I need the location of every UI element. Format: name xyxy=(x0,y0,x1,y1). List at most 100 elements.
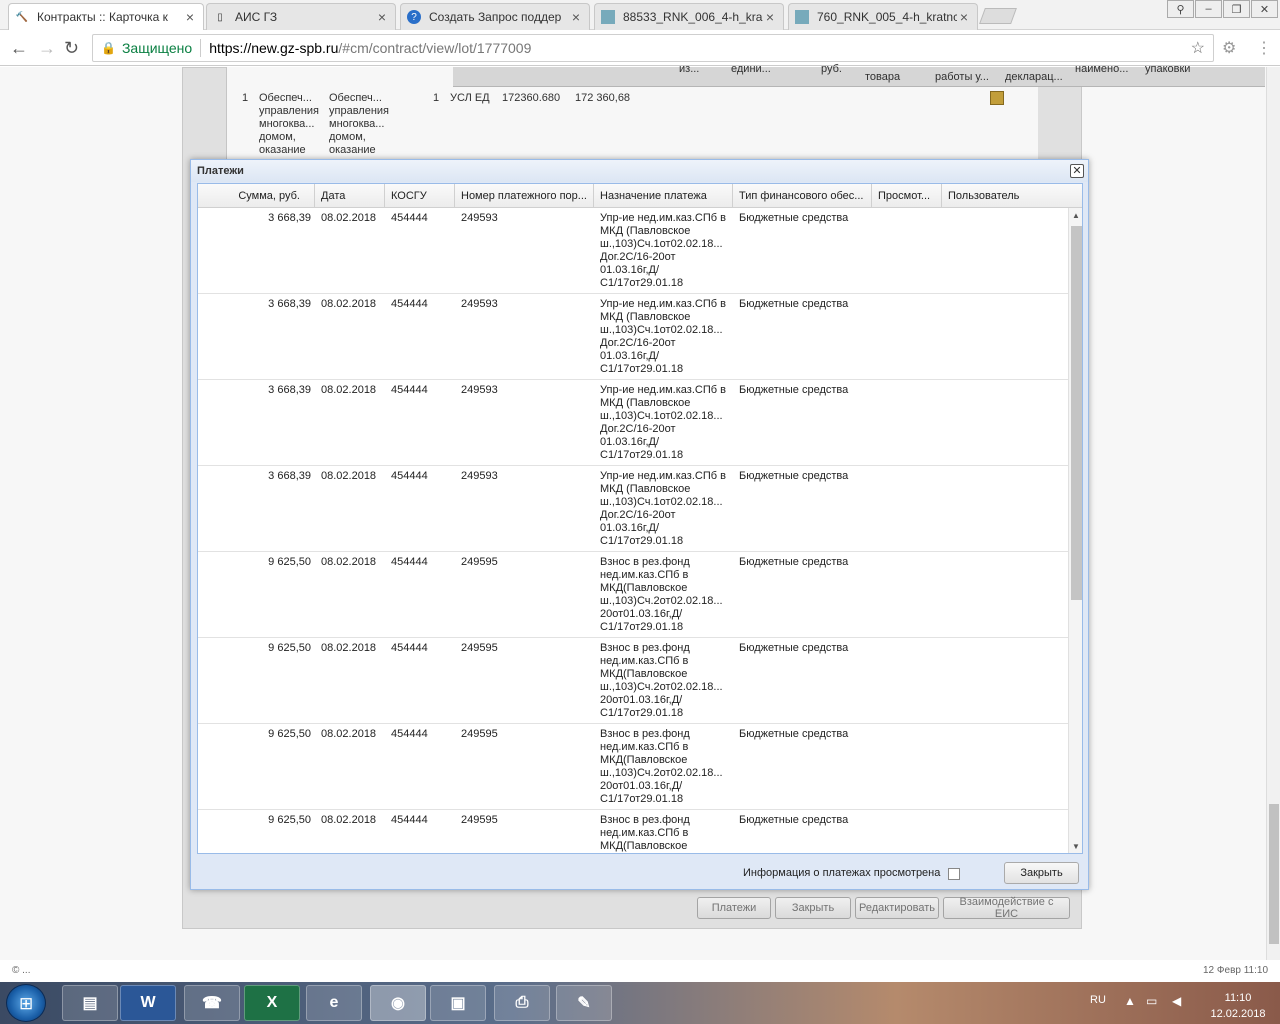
table-row[interactable]: 3 668,39 08.02.2018 454444 249593 Бюджетные … xyxy=(198,380,1068,466)
ie-icon[interactable]: e xyxy=(306,985,362,1021)
minimize-button[interactable]: – xyxy=(1195,0,1222,18)
cell-purpose: Упр-ие нед.им.каз.СПб в МКД (Павловское ш.… xyxy=(600,470,728,548)
explorer-icon[interactable]: ▤ xyxy=(62,985,118,1021)
grid-scrollbar[interactable]: ▲ ▼ xyxy=(1068,208,1082,853)
cell-sum: 3 668,39 xyxy=(268,298,311,310)
purpose-line: ш.,103)Сч.1от02.02.18... xyxy=(600,496,723,508)
tab-close-icon[interactable]: × xyxy=(763,9,777,25)
col-date[interactable]: Дата xyxy=(315,184,385,208)
tab-image-88533[interactable]: 88533_RNK_006_4-h_kra × xyxy=(594,3,784,30)
new-tab-button[interactable] xyxy=(979,8,1017,24)
tab-title: Контракты :: Карточка к xyxy=(37,10,168,24)
tab-close-icon[interactable]: × xyxy=(569,9,583,25)
tab-support-request[interactable]: ? Создать Запрос поддер × xyxy=(400,3,590,30)
cell-fin: Бюджетные средства xyxy=(739,556,849,568)
phone-icon[interactable]: ☎ xyxy=(184,985,240,1021)
col-sum[interactable]: Сумма, руб. xyxy=(198,184,315,208)
cell-date: 08.02.2018 xyxy=(321,556,377,568)
volume-icon[interactable]: ◀ xyxy=(1172,994,1181,1008)
tab-title: 760_RNK_005_4-h_kratnc xyxy=(817,10,957,24)
col-viewed[interactable]: Просмот... xyxy=(872,184,942,208)
purpose-line: ш.,103)Сч.1от02.02.18... xyxy=(600,324,723,336)
table-row[interactable]: 9 625,50 08.02.2018 454444 249595 Бюджетные … xyxy=(198,810,1068,853)
taskbar: ⊞ ▤ W ☎ X e ◉ ▣ ⎙ ✎ RU ▲ ▭ ◀ 11:10 12.02… xyxy=(0,982,1280,1024)
purpose-line: 20от01.03.16г,Д/ xyxy=(600,608,683,620)
purpose-line: МКД (Павловское xyxy=(600,397,691,409)
maximize-button[interactable]: ❐ xyxy=(1223,0,1250,18)
tab-contracts[interactable]: 🔨 Контракты :: Карточка к × xyxy=(8,3,204,30)
cell-sum: 9 625,50 xyxy=(268,642,311,654)
purpose-line: Взнос в рез.фонд xyxy=(600,642,690,654)
col-purpose[interactable]: Назначение платежа xyxy=(594,184,733,208)
network-icon[interactable]: ▭ xyxy=(1146,994,1157,1008)
photo-icon[interactable]: ▣ xyxy=(430,985,486,1021)
table-row[interactable]: 3 668,39 08.02.2018 454444 249593 Бюджетные … xyxy=(198,466,1068,552)
back-icon[interactable]: ← xyxy=(10,38,28,59)
cell-kosgu: 454444 xyxy=(391,298,428,310)
purpose-line: Упр-ие нед.им.каз.СПб в xyxy=(600,298,726,310)
dialog-title-text: Платежи xyxy=(197,165,244,177)
purpose-line: МКД (Павловское xyxy=(600,311,691,323)
grid-header: Сумма, руб. Дата КОСГУ Номер платежного … xyxy=(198,184,1082,208)
table-row[interactable]: 3 668,39 08.02.2018 454444 249593 Бюджетные … xyxy=(198,208,1068,294)
page-scrollbar[interactable] xyxy=(1266,67,1280,960)
excel-icon[interactable]: X xyxy=(244,985,300,1021)
tab-image-760[interactable]: 760_RNK_005_4-h_kratnc × xyxy=(788,3,978,30)
clock-date: 12.02.2018 xyxy=(1210,1008,1266,1020)
page-icon: ▯ xyxy=(217,11,223,23)
address-bar[interactable]: 🔒 Защищено https://new.gz-spb.ru /#cm/co… xyxy=(92,34,1214,62)
clock[interactable]: 11:10 12.02.2018 xyxy=(1208,990,1268,1022)
purpose-line: ш.,103)Сч.2от02.02.18... xyxy=(600,767,723,779)
start-button[interactable]: ⊞ xyxy=(6,984,46,1022)
system-tray: RU ▲ ▭ ◀ 11:10 12.02.2018 xyxy=(1080,982,1280,1024)
table-row[interactable]: 9 625,50 08.02.2018 454444 249595 Бюджетные … xyxy=(198,638,1068,724)
window-controls: ⚲ – ❐ ✕ xyxy=(1166,0,1278,18)
col-payment-number[interactable]: Номер платежного пор... xyxy=(455,184,594,208)
tab-close-icon[interactable]: × xyxy=(183,9,197,25)
purpose-line: МКД(Павловское xyxy=(600,668,688,680)
scroll-up-icon[interactable]: ▲ xyxy=(1072,211,1080,220)
purpose-line: Дог.2С/16-20от xyxy=(600,337,676,349)
cell-fin: Бюджетные средства xyxy=(739,470,849,482)
cell-kosgu: 454444 xyxy=(391,814,428,826)
menu-icon[interactable]: ⋮ xyxy=(1256,38,1272,58)
close-icon[interactable]: ✕ xyxy=(1070,164,1084,178)
scanner-icon[interactable]: ⎙ xyxy=(494,985,550,1021)
cell-date: 08.02.2018 xyxy=(321,728,377,740)
col-finance-type[interactable]: Тип финансового обес... xyxy=(733,184,872,208)
cell-sum: 9 625,50 xyxy=(268,728,311,740)
page-scrollbar-thumb[interactable] xyxy=(1269,804,1279,944)
col-kosgu[interactable]: КОСГУ xyxy=(385,184,455,208)
forward-icon[interactable]: → xyxy=(38,38,56,59)
lock-icon: 🔒 xyxy=(101,41,116,55)
cell-kosgu: 454444 xyxy=(391,384,428,396)
cell-purpose: Упр-ие нед.им.каз.СПб в МКД (Павловское ш.… xyxy=(600,298,728,376)
close-button[interactable]: Закрыть xyxy=(1004,862,1079,884)
tab-close-icon[interactable]: × xyxy=(375,9,389,25)
reload-icon[interactable]: ↻ xyxy=(64,38,79,59)
bookmark-star-icon[interactable]: ☆ xyxy=(1191,38,1205,58)
cell-purpose: Взнос в рез.фонд нед.им.каз.СПб в МКД(Павл… xyxy=(600,728,728,806)
cell-num: 249595 xyxy=(461,642,498,654)
user-icon[interactable]: ⚲ xyxy=(1167,0,1194,18)
col-user[interactable]: Пользователь xyxy=(942,184,1082,208)
word-icon[interactable]: W xyxy=(120,985,176,1021)
tray-arrow-icon[interactable]: ▲ xyxy=(1124,994,1136,1008)
purpose-line: Дог.2С/16-20от xyxy=(600,509,676,521)
table-row[interactable]: 9 625,50 08.02.2018 454444 249595 Бюджетные … xyxy=(198,724,1068,810)
paint-icon[interactable]: ✎ xyxy=(556,985,612,1021)
extension-icon[interactable]: ⚙ xyxy=(1222,38,1236,58)
table-row[interactable]: 3 668,39 08.02.2018 454444 249593 Бюджетные … xyxy=(198,294,1068,380)
viewed-checkbox[interactable] xyxy=(948,868,960,880)
language-indicator[interactable]: RU xyxy=(1090,994,1106,1006)
chrome-icon[interactable]: ◉ xyxy=(370,985,426,1021)
table-row[interactable]: 9 625,50 08.02.2018 454444 249595 Бюджетные … xyxy=(198,552,1068,638)
close-window-button[interactable]: ✕ xyxy=(1251,0,1278,18)
tab-ais-gz[interactable]: ▯ АИС ГЗ × xyxy=(206,3,396,30)
tab-close-icon[interactable]: × xyxy=(957,9,971,25)
grid-scrollbar-thumb[interactable] xyxy=(1071,226,1082,600)
purpose-line: ш.,103)Сч.1от02.02.18... xyxy=(600,238,723,250)
tab-title: АИС ГЗ xyxy=(235,10,278,24)
scroll-down-icon[interactable]: ▼ xyxy=(1072,842,1080,851)
purpose-line: Упр-ие нед.им.каз.СПб в xyxy=(600,384,726,396)
